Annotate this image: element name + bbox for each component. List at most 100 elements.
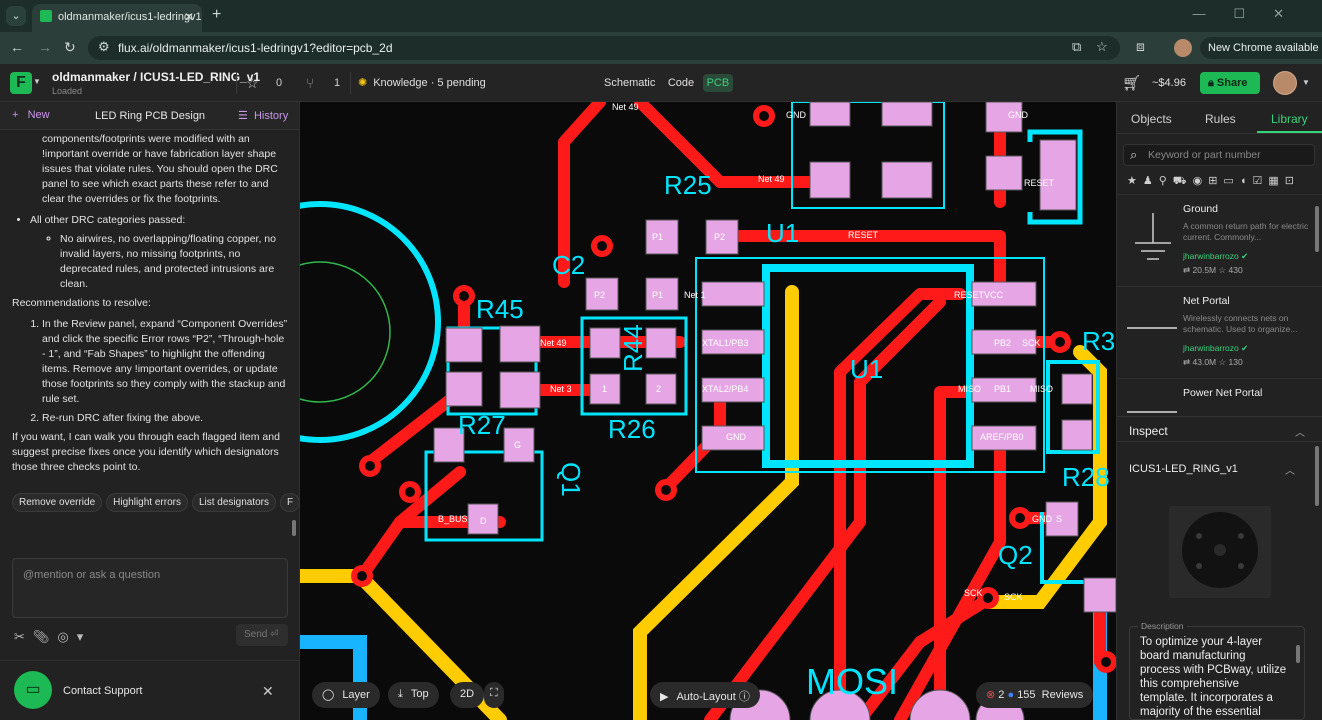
tab-rules[interactable]: Rules bbox=[1205, 112, 1236, 126]
pcb-canvas[interactable]: R25 U1 C2 R45 R44 R26 R27 Q1 R3 R28 Q2 U… bbox=[300, 102, 1116, 720]
chip-more[interactable]: F bbox=[280, 493, 301, 512]
description-box[interactable]: Description To optimize your 4-layer boa… bbox=[1129, 621, 1305, 720]
pad-label: S bbox=[1056, 514, 1062, 524]
net-label: Net 49 bbox=[540, 338, 567, 348]
net-label: GND bbox=[1008, 110, 1029, 120]
library-search-input[interactable]: ⌕ Keyword or part number bbox=[1123, 144, 1315, 166]
flux-logo-icon[interactable]: F bbox=[10, 72, 32, 94]
chevron-up-icon[interactable]: ︿ bbox=[1295, 424, 1305, 439]
chip-remove-override[interactable]: Remove override bbox=[12, 493, 103, 512]
history-button[interactable]: ☰ History bbox=[238, 109, 288, 122]
contact-support-label[interactable]: Contact Support bbox=[63, 685, 143, 697]
auto-layout-button[interactable]: ▶ Auto-Layout ⓘ bbox=[650, 682, 760, 708]
send-button[interactable]: Send ⏎ bbox=[236, 624, 288, 646]
library-panel: Objects Rules Library ⌕ Keyword or part … bbox=[1116, 102, 1322, 720]
library-item-power-net-portal[interactable]: Power Net Portal bbox=[1117, 378, 1322, 416]
right-tabs: Objects Rules Library bbox=[1117, 102, 1322, 134]
new-tab-icon[interactable]: + bbox=[212, 6, 221, 24]
install-app-icon[interactable]: ⧉ bbox=[1072, 39, 1081, 55]
pad-label: XTAL2/PB4 bbox=[702, 384, 748, 394]
net-label: RESET bbox=[848, 230, 879, 240]
url-text[interactable]: flux.ai/oldmanmaker/icus1-ledringv1?edit… bbox=[118, 41, 393, 55]
top-layer-button[interactable]: ⤓ Top bbox=[388, 682, 439, 708]
chat-input-placeholder: @mention or ask a question bbox=[23, 569, 161, 581]
site-info-icon[interactable]: ⚙ bbox=[98, 39, 110, 55]
knowledge-button[interactable]: ✺ Knowledge · 5 pending bbox=[358, 76, 486, 89]
pad-label: P2 bbox=[594, 290, 605, 300]
star-icon[interactable]: ☆ bbox=[246, 75, 259, 92]
designator-r44: R44 bbox=[618, 324, 648, 372]
active-tab-indicator bbox=[1257, 131, 1322, 133]
project-path[interactable]: oldmanmaker / ICUS1-LED_RING_v1 bbox=[52, 70, 260, 84]
send-label: Send bbox=[244, 629, 268, 640]
extensions-icon[interactable]: ⧈ bbox=[1136, 38, 1145, 55]
pad-label: AREF/PB0 bbox=[980, 432, 1024, 442]
library-item-net-portal[interactable]: Net Portal Wirelessly connects nets on s… bbox=[1117, 286, 1322, 378]
designator-r25: R25 bbox=[664, 170, 712, 200]
reviews-button[interactable]: ⊗ 2 ● 155 Reviews bbox=[976, 682, 1094, 708]
header-divider bbox=[350, 72, 351, 94]
attach-icon[interactable]: 📎︎ bbox=[33, 629, 58, 644]
new-chat-button[interactable]: + New bbox=[12, 109, 50, 121]
net-portal-symbol-icon bbox=[1127, 327, 1177, 329]
browser-profile-avatar[interactable] bbox=[1174, 39, 1192, 57]
info-icon[interactable]: ⓘ bbox=[739, 691, 750, 703]
avatar-chevron-down-icon[interactable]: ▼ bbox=[1302, 78, 1310, 87]
history-label: History bbox=[253, 110, 289, 122]
usage-count: 43.0M bbox=[1192, 357, 1217, 367]
model-select-icon[interactable]: ◎▾ bbox=[57, 629, 91, 644]
reload-icon[interactable]: ↻ bbox=[64, 39, 76, 56]
back-arrow-icon[interactable]: ← bbox=[10, 39, 24, 55]
suggestion-chips: Remove override Highlight errors List desi… bbox=[12, 492, 304, 512]
bookmark-star-icon[interactable]: ☆ bbox=[1096, 39, 1108, 55]
view-2d-button[interactable]: 2D bbox=[450, 682, 485, 708]
library-scrollbar[interactable] bbox=[1315, 206, 1319, 252]
window-controls[interactable]: —☐✕ bbox=[1192, 6, 1312, 22]
mode-schematic[interactable]: Schematic bbox=[600, 74, 659, 92]
address-bar[interactable]: ⚙ flux.ai/oldmanmaker/icus1-ledringv1?ed… bbox=[88, 36, 1120, 60]
cart-icon[interactable]: 🛒︎ bbox=[1122, 74, 1141, 92]
description-text: To optimize your 4-layer board manufactu… bbox=[1140, 636, 1287, 718]
net-label: GND bbox=[1032, 514, 1053, 524]
user-avatar[interactable] bbox=[1273, 71, 1297, 95]
mode-code[interactable]: Code bbox=[664, 74, 698, 92]
net-label: RESET bbox=[1024, 178, 1055, 188]
forward-arrow-icon[interactable]: → bbox=[38, 39, 52, 55]
library-category-icons[interactable]: ★♟⚲⛟◉⊞▭◖☑▦⊡ bbox=[1127, 174, 1300, 189]
fork-icon[interactable]: ⑂ bbox=[306, 75, 314, 91]
tools-icon[interactable]: ✂ bbox=[14, 629, 33, 644]
tab-objects[interactable]: Objects bbox=[1131, 112, 1172, 126]
support-chat-icon[interactable]: ▭ bbox=[14, 671, 52, 709]
top-label: Top bbox=[410, 688, 429, 700]
close-icon[interactable]: ✕ bbox=[262, 683, 274, 700]
description-scrollbar[interactable] bbox=[1296, 645, 1300, 663]
inspect-label: Inspect bbox=[1129, 424, 1168, 438]
mode-pcb[interactable]: PCB bbox=[702, 74, 734, 92]
chat-scrollbar[interactable] bbox=[292, 520, 296, 536]
browser-tab[interactable]: oldmanmaker/icus1-ledringv1: To optimize… bbox=[32, 4, 202, 32]
net-label: SCK bbox=[1022, 338, 1041, 348]
inspect-scrollbar[interactable] bbox=[1315, 446, 1319, 506]
library-item-title: Net Portal bbox=[1183, 295, 1230, 307]
layer-button[interactable]: ◯ Layer bbox=[312, 682, 380, 708]
app-header: F ▼ oldmanmaker / ICUS1-LED_RING_v1 Load… bbox=[0, 64, 1322, 102]
tab-library[interactable]: Library bbox=[1271, 112, 1308, 126]
layer-circle-icon: ◯ bbox=[322, 689, 335, 701]
chip-highlight-errors[interactable]: Highlight errors bbox=[106, 493, 188, 512]
pcb-drawing[interactable]: R25 U1 C2 R45 R44 R26 R27 Q1 R3 R28 Q2 U… bbox=[300, 102, 1116, 720]
chip-list-designators[interactable]: List designators bbox=[191, 493, 277, 512]
tab-search-chevron-icon[interactable]: ⌄ bbox=[6, 6, 26, 26]
inspect-header[interactable]: Inspect ︿ bbox=[1117, 416, 1322, 442]
order-price[interactable]: ~$4.96 bbox=[1152, 77, 1186, 89]
close-tab-icon[interactable]: ✕ bbox=[184, 10, 194, 24]
fullscreen-icon[interactable]: ⛶ bbox=[484, 682, 504, 708]
share-button[interactable]: 🔒︎ Share bbox=[1200, 72, 1260, 94]
download-arrow-icon: ⤓ bbox=[398, 688, 403, 700]
chat-input[interactable]: @mention or ask a question bbox=[12, 558, 288, 618]
logo-chevron-down-icon[interactable]: ▼ bbox=[33, 77, 41, 86]
chevron-up-icon[interactable]: ︿ bbox=[1285, 462, 1295, 477]
chat-title: LED Ring PCB Design bbox=[95, 110, 206, 122]
knowledge-label: Knowledge · 5 pending bbox=[373, 77, 486, 89]
library-item-ground[interactable]: Ground A common return path for electric… bbox=[1117, 194, 1322, 286]
new-chrome-available-button[interactable]: New Chrome available ⋮ bbox=[1200, 37, 1322, 59]
